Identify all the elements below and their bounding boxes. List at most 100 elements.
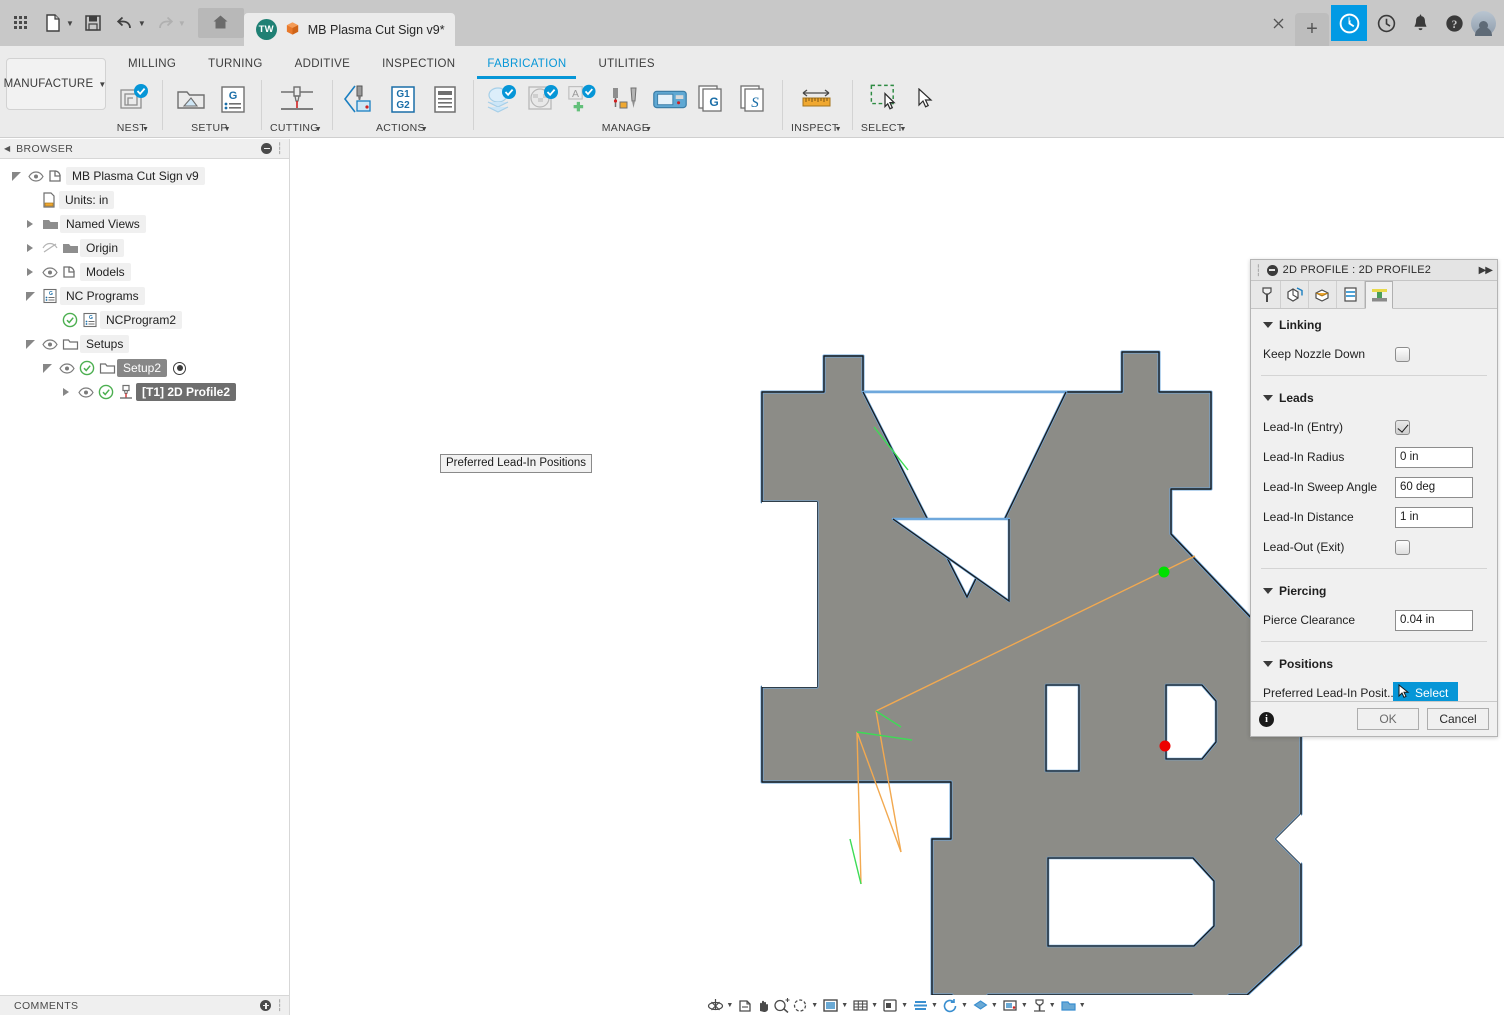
- extension-icon[interactable]: [1331, 5, 1367, 41]
- panel-label-actions[interactable]: ACTIONS▼: [376, 122, 430, 134]
- visibility-eye-hidden-icon[interactable]: [40, 242, 60, 254]
- tree-item-nc-programs[interactable]: G NC Programs: [0, 284, 289, 308]
- expander-open-icon[interactable]: [20, 291, 40, 301]
- tab-additive[interactable]: ADDITIVE: [279, 52, 366, 76]
- expander-closed-icon[interactable]: [20, 244, 40, 252]
- comments-panel[interactable]: COMMENTS ┆: [0, 995, 290, 1015]
- expander-open-icon[interactable]: [20, 339, 40, 349]
- panel-label-select[interactable]: SELECT▼: [861, 122, 909, 134]
- tab-linking[interactable]: [1365, 281, 1393, 309]
- info-icon[interactable]: i: [1259, 711, 1274, 727]
- panel-grip-icon[interactable]: ┆: [1255, 264, 1262, 277]
- close-tab-icon[interactable]: [1261, 0, 1295, 46]
- visibility-eye-icon[interactable]: [40, 338, 60, 350]
- grid-snaps-icon[interactable]: ▼: [852, 995, 880, 1015]
- manage-text-button[interactable]: A: [566, 78, 606, 120]
- tree-item-origin[interactable]: Origin: [0, 236, 289, 260]
- panel-grip-icon[interactable]: ┆: [276, 142, 283, 155]
- add-comment-icon[interactable]: [260, 1000, 272, 1011]
- panel-label-cutting[interactable]: CUTTING▼: [270, 122, 324, 134]
- nc-programs-button[interactable]: G: [692, 78, 732, 120]
- nest-button[interactable]: [114, 78, 154, 120]
- document-tab[interactable]: TW MB Plasma Cut Sign v9*: [243, 13, 455, 46]
- tab-geometry[interactable]: [1281, 281, 1309, 308]
- tab-fabrication[interactable]: FABRICATION: [471, 52, 582, 79]
- minimize-icon[interactable]: [261, 143, 273, 154]
- expand-right-icon[interactable]: ▶▶: [1479, 265, 1493, 276]
- machine-library-button[interactable]: [608, 78, 648, 120]
- orbit-icon[interactable]: ▼: [707, 995, 735, 1015]
- visibility-eye-icon[interactable]: [76, 386, 96, 398]
- new-file-icon[interactable]: [38, 8, 68, 38]
- shopfloor-button[interactable]: S: [734, 78, 774, 120]
- panel-label-inspect[interactable]: INSPECT▼: [791, 122, 844, 134]
- look-at-icon[interactable]: [737, 995, 753, 1015]
- input-lead-in-sweep-angle[interactable]: 60 deg: [1395, 476, 1473, 498]
- input-lead-in-radius[interactable]: 0 in: [1395, 446, 1473, 468]
- setup-sheet-icon[interactable]: ▼: [1060, 995, 1088, 1015]
- undo-icon[interactable]: [110, 8, 140, 38]
- input-pierce-clearance[interactable]: 0.04 in: [1395, 609, 1473, 631]
- select-button[interactable]: Select: [1393, 681, 1459, 701]
- properties-header[interactable]: ┆ 2D PROFILE : 2D PROFILE2 ▶▶: [1251, 260, 1497, 281]
- tree-item-named-views[interactable]: Named Views: [0, 212, 289, 236]
- select-button[interactable]: [865, 78, 905, 120]
- avatar[interactable]: [1471, 10, 1496, 36]
- section-positions-header[interactable]: Positions: [1251, 648, 1497, 678]
- cutting-2d-profile-button[interactable]: [277, 78, 317, 120]
- app-grid-icon[interactable]: [6, 8, 36, 38]
- tree-item-ncprogram2[interactable]: G NCProgram2: [0, 308, 289, 332]
- tree-item-setup2[interactable]: Setup2: [0, 356, 289, 380]
- tab-heights[interactable]: [1309, 281, 1337, 308]
- tree-item-2d-profile2[interactable]: [T1] 2D Profile2: [0, 380, 289, 404]
- tab-passes[interactable]: [1337, 281, 1365, 308]
- expander-open-icon[interactable]: [6, 171, 26, 181]
- tab-utilities[interactable]: UTILITIES: [582, 52, 670, 76]
- recent-clock-icon[interactable]: [1369, 0, 1403, 46]
- checkbox-lead-in-entry[interactable]: [1395, 419, 1410, 435]
- collapse-left-icon[interactable]: ◀: [4, 144, 10, 153]
- expander-open-icon[interactable]: [37, 363, 57, 373]
- section-leads-header[interactable]: Leads: [1251, 382, 1497, 412]
- section-piercing-header[interactable]: Piercing: [1251, 575, 1497, 605]
- home-tab[interactable]: [197, 8, 244, 38]
- tab-tool[interactable]: [1253, 281, 1281, 308]
- expander-closed-icon[interactable]: [56, 388, 76, 396]
- visibility-eye-icon[interactable]: [40, 266, 60, 278]
- fit-icon[interactable]: ▼: [792, 995, 820, 1015]
- ok-button[interactable]: OK: [1357, 708, 1419, 730]
- panel-grip-icon[interactable]: ┆: [276, 999, 283, 1012]
- collapse-icon[interactable]: [1266, 264, 1278, 276]
- setup-sheet-button[interactable]: [425, 78, 465, 120]
- tab-milling[interactable]: MILLING: [112, 52, 192, 76]
- simulate-button[interactable]: [341, 78, 381, 120]
- tool-library-icon[interactable]: ▼: [1032, 995, 1058, 1015]
- post-process-button[interactable]: G: [213, 78, 253, 120]
- screenshot-icon[interactable]: ▼: [1002, 995, 1030, 1015]
- checkbox-keep-nozzle-down[interactable]: [1395, 346, 1410, 362]
- pan-icon[interactable]: [755, 995, 771, 1015]
- help-icon[interactable]: ?: [1437, 0, 1471, 46]
- visibility-eye-icon[interactable]: [57, 362, 77, 374]
- tree-item-units[interactable]: Units: in: [0, 188, 289, 212]
- visibility-eye-icon[interactable]: [26, 170, 46, 182]
- expander-closed-icon[interactable]: [20, 268, 40, 276]
- bell-icon[interactable]: [1403, 0, 1437, 46]
- panel-label-nest[interactable]: NEST▼: [117, 122, 151, 134]
- ncprogram-button[interactable]: G1 G2: [383, 78, 423, 120]
- input-lead-in-distance[interactable]: 1 in: [1395, 506, 1473, 528]
- tree-item-models[interactable]: Models: [0, 260, 289, 284]
- active-setup-radio[interactable]: [173, 361, 187, 375]
- undo-dropdown-caret[interactable]: ▼: [138, 19, 146, 28]
- tab-inspection[interactable]: INSPECTION: [366, 52, 471, 76]
- workspace-selector[interactable]: MANUFACTURE ▼: [4, 58, 106, 110]
- zoom-icon[interactable]: [773, 995, 790, 1015]
- machine-button[interactable]: [650, 78, 690, 120]
- viewports-icon[interactable]: ▼: [882, 995, 910, 1015]
- expander-closed-icon[interactable]: [20, 220, 40, 228]
- new-file-dropdown-caret[interactable]: ▼: [66, 19, 74, 28]
- display-settings-icon[interactable]: ▼: [822, 995, 850, 1015]
- cancel-button[interactable]: Cancel: [1427, 708, 1489, 730]
- tree-item-root[interactable]: MB Plasma Cut Sign v9: [0, 164, 289, 188]
- appearance-icon[interactable]: ▼: [972, 995, 1000, 1015]
